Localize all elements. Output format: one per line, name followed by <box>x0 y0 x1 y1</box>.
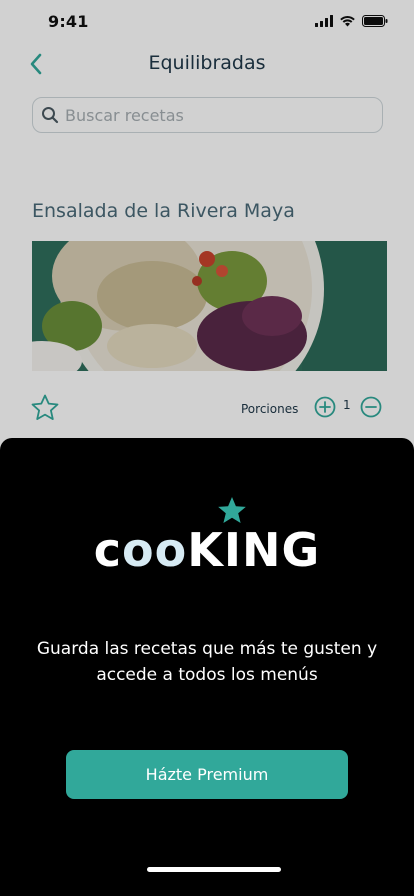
logo-wordmark: cooKING <box>0 524 414 576</box>
logo-part-oo: oo <box>122 523 188 577</box>
app-screen: 9:41 Equilibradas Buscar recetas Ensalad… <box>0 0 414 896</box>
go-premium-button[interactable]: Házte Premium <box>66 750 348 799</box>
star-filled-icon <box>218 497 246 523</box>
cooking-logo: cooKING <box>0 496 414 576</box>
premium-message: Guarda las recetas que más te gusten y a… <box>36 639 378 685</box>
premium-sheet: cooKING Guarda las recetas que más te gu… <box>0 438 414 896</box>
home-indicator[interactable] <box>147 867 281 872</box>
logo-part-king: KING <box>187 523 321 577</box>
logo-part-c: c <box>93 523 123 577</box>
